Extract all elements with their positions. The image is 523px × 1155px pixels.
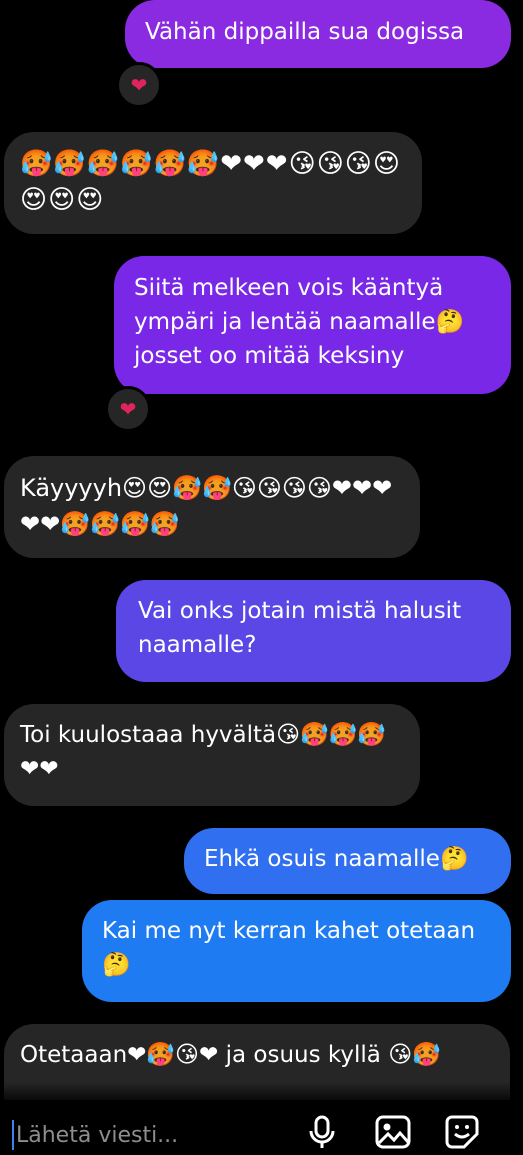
message-text: Vai onks jotain mistä halusit naamalle? <box>138 598 462 658</box>
message-bubble-sent[interactable]: Ehkä osuis naamalle🤔 <box>184 828 511 894</box>
message-bubble-sent[interactable]: Vähän dippailla sua dogissa <box>125 0 511 68</box>
message-bubble-received[interactable]: Toi kuulostaaa hyvältä😘🥵🥵🥵❤❤ <box>4 704 420 806</box>
message-text: Kai me nyt kerran kahet otetaan 🤔 <box>102 918 476 978</box>
message-text: Käyyyyh😍😍🥵🥵😘😘😘😘❤❤❤❤❤🥵🥵🥵🥵 <box>20 474 393 538</box>
message-composer: Lähetä viesti... <box>0 1100 523 1155</box>
heart-reaction-icon[interactable]: ❤ <box>116 62 162 108</box>
message-input[interactable]: Lähetä viesti... <box>6 1104 516 1155</box>
chat-screen: Vähän dippailla sua dogissa ❤ 🥵🥵🥵🥵🥵🥵❤❤❤😘… <box>0 0 523 1155</box>
image-icon[interactable] <box>373 1112 413 1152</box>
message-text: 🥵🥵🥵🥵🥵🥵❤❤❤😘😘😘😍😍😍😍 <box>20 149 402 215</box>
text-cursor <box>12 1120 14 1150</box>
message-bubble-received[interactable]: Käyyyyh😍😍🥵🥵😘😘😘😘❤❤❤❤❤🥵🥵🥵🥵 <box>4 456 420 558</box>
microphone-icon[interactable] <box>302 1112 342 1152</box>
message-text: Vähän dippailla sua dogissa <box>145 19 465 45</box>
message-text: Otetaaan❤🥵😘❤ ja osuus kyllä 😘🥵 <box>20 1042 441 1068</box>
message-bubble-received[interactable]: 🥵🥵🥵🥵🥵🥵❤❤❤😘😘😘😍😍😍😍 <box>4 132 422 234</box>
message-bubble-sent[interactable]: Vai onks jotain mistä halusit naamalle? <box>116 580 511 682</box>
message-text: Toi kuulostaaa hyvältä😘🥵🥵🥵❤❤ <box>20 722 387 782</box>
message-text: Siitä melkeen vois kääntyä ympäri ja len… <box>134 275 465 369</box>
message-bubble-sent[interactable]: Kai me nyt kerran kahet otetaan 🤔 <box>82 900 511 1002</box>
heart-reaction-icon[interactable]: ❤ <box>105 386 151 432</box>
message-bubble-sent[interactable]: Siitä melkeen vois kääntyä ympäri ja len… <box>114 256 511 394</box>
message-input-placeholder: Lähetä viesti... <box>16 1123 179 1148</box>
sticker-icon[interactable] <box>442 1112 482 1152</box>
message-text: Ehkä osuis naamalle🤔 <box>204 846 469 872</box>
